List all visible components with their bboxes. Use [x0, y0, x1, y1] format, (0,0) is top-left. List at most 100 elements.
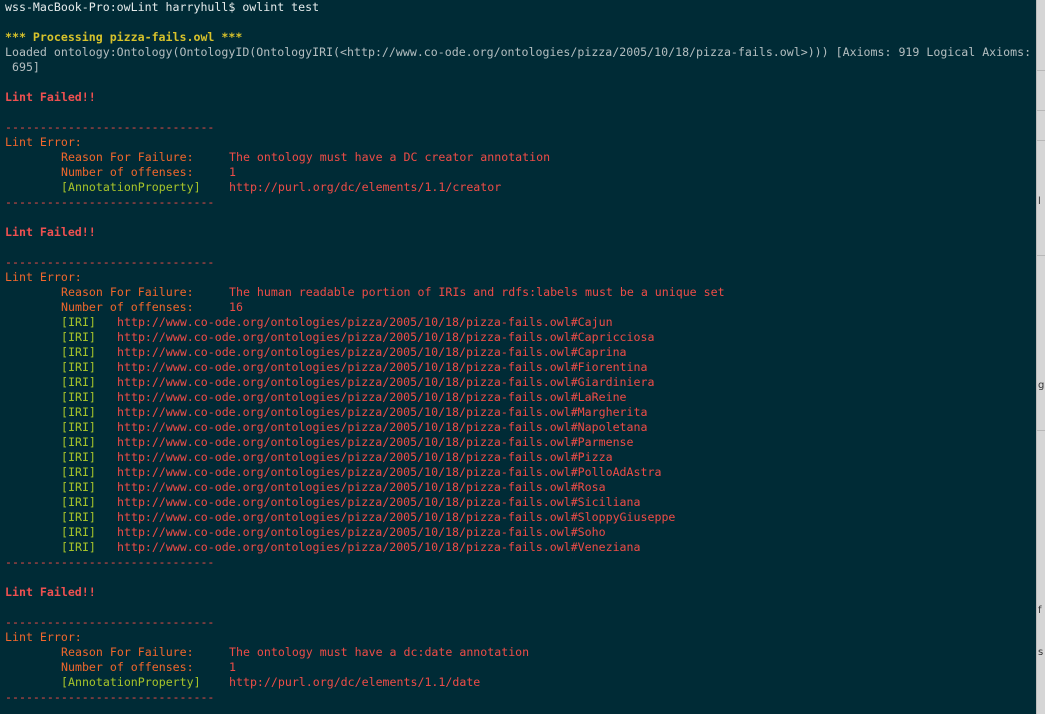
entry-value: http://www.co-ode.org/ontologies/pizza/2…: [117, 360, 648, 374]
entry-tag: [IRI]: [61, 375, 96, 389]
offenses-row: Number of offenses: 16: [0, 300, 1036, 315]
entry-tag: [IRI]: [61, 390, 96, 404]
entry-value: http://www.co-ode.org/ontologies/pizza/2…: [117, 375, 655, 389]
strip-divider: [1037, 70, 1045, 71]
entry-tag: [IRI]: [61, 510, 96, 524]
lint-error-label: Lint Error:: [5, 630, 82, 644]
entry-tag: [IRI]: [61, 345, 96, 359]
entry-value: http://www.co-ode.org/ontologies/pizza/2…: [117, 435, 634, 449]
separator-line: ------------------------------: [5, 555, 215, 569]
strip-divider: [1037, 140, 1045, 141]
reason-label: Reason For Failure:: [61, 645, 194, 659]
strip-divider: [1037, 255, 1045, 256]
entry-value: http://purl.org/dc/elements/1.1/date: [229, 675, 481, 689]
entry-value: http://www.co-ode.org/ontologies/pizza/2…: [117, 525, 606, 539]
offense-entry: [IRI] http://www.co-ode.org/ontologies/pi…: [0, 330, 1036, 345]
separator-line: ------------------------------: [5, 615, 215, 629]
offenses-label: Number of offenses:: [61, 300, 194, 314]
strip-glyph: l: [1038, 196, 1041, 207]
offense-entry: [IRI] http://www.co-ode.org/ontologies/pi…: [0, 375, 1036, 390]
entry-tag: [IRI]: [61, 420, 96, 434]
entry-value: http://www.co-ode.org/ontologies/pizza/2…: [117, 540, 641, 554]
separator-line: ------------------------------: [5, 120, 215, 134]
command-prompt-line: wss-MacBook-Pro:owLint harryhull$ owlint…: [5, 0, 320, 14]
strip-glyph: s: [1038, 647, 1044, 658]
entry-value: http://www.co-ode.org/ontologies/pizza/2…: [117, 330, 655, 344]
offense-entry: [IRI] http://www.co-ode.org/ontologies/pi…: [0, 405, 1036, 420]
lint-failed-label: Lint Failed!!: [5, 585, 96, 599]
separator-line: ------------------------------: [5, 255, 215, 269]
offenses-label: Number of offenses:: [61, 165, 194, 179]
reason-label: Reason For Failure:: [61, 150, 194, 164]
strip-glyph: g: [1038, 380, 1045, 391]
offense-entry: [IRI] http://www.co-ode.org/ontologies/pi…: [0, 420, 1036, 435]
entry-value: http://www.co-ode.org/ontologies/pizza/2…: [117, 495, 641, 509]
entry-tag: [AnnotationProperty]: [61, 675, 201, 689]
strip-divider: [1037, 430, 1045, 431]
entry-value: http://purl.org/dc/elements/1.1/creator: [229, 180, 502, 194]
entry-value: http://www.co-ode.org/ontologies/pizza/2…: [117, 345, 627, 359]
lint-error-label: Lint Error:: [5, 135, 82, 149]
processing-header: *** Processing pizza-fails.owl ***: [5, 30, 243, 44]
entry-value: http://www.co-ode.org/ontologies/pizza/2…: [117, 465, 662, 479]
lint-error-label: Lint Error:: [5, 270, 82, 284]
entry-value: http://www.co-ode.org/ontologies/pizza/2…: [117, 480, 606, 494]
offense-entry: [IRI] http://www.co-ode.org/ontologies/pi…: [0, 390, 1036, 405]
offense-entry: [IRI] http://www.co-ode.org/ontologies/pi…: [0, 495, 1036, 510]
entry-value: http://www.co-ode.org/ontologies/pizza/2…: [117, 315, 613, 329]
offense-entry: [IRI] http://www.co-ode.org/ontologies/pi…: [0, 465, 1036, 480]
entry-value: http://www.co-ode.org/ontologies/pizza/2…: [117, 510, 676, 524]
separator-line: ------------------------------: [5, 690, 215, 704]
offense-entry: [AnnotationProperty] http://purl.org/dc/e…: [0, 675, 1036, 690]
entry-tag: [IRI]: [61, 360, 96, 374]
strip-glyph: f: [1038, 605, 1042, 616]
offense-entry: [IRI] http://www.co-ode.org/ontologies/pi…: [0, 450, 1036, 465]
offense-entry: [IRI] http://www.co-ode.org/ontologies/pi…: [0, 345, 1036, 360]
reason-row: Reason For Failure: The ontology must hav…: [0, 645, 1036, 660]
entry-tag: [IRI]: [61, 525, 96, 539]
offense-entry: [IRI] http://www.co-ode.org/ontologies/pi…: [0, 480, 1036, 495]
reason-row: Reason For Failure: The ontology must hav…: [0, 150, 1036, 165]
reason-row: Reason For Failure: The human readable po…: [0, 285, 1036, 300]
entry-tag: [IRI]: [61, 315, 96, 329]
terminal-window[interactable]: wss-MacBook-Pro:owLint harryhull$ owlint…: [0, 0, 1036, 714]
lint-results: Lint Failed!! ---------------------------…: [0, 90, 1036, 705]
offenses-row: Number of offenses: 1: [0, 660, 1036, 675]
offense-entry: [IRI] http://www.co-ode.org/ontologies/pi…: [0, 315, 1036, 330]
entry-value: http://www.co-ode.org/ontologies/pizza/2…: [117, 450, 613, 464]
offense-entry: [AnnotationProperty] http://purl.org/dc/e…: [0, 180, 1036, 195]
entry-tag: [IRI]: [61, 495, 96, 509]
offense-entry: [IRI] http://www.co-ode.org/ontologies/pi…: [0, 540, 1036, 555]
entry-value: http://www.co-ode.org/ontologies/pizza/2…: [117, 390, 627, 404]
offense-entry: [IRI] http://www.co-ode.org/ontologies/pi…: [0, 510, 1036, 525]
separator-line: ------------------------------: [5, 195, 215, 209]
offenses-row: Number of offenses: 1: [0, 165, 1036, 180]
strip-divider: [1037, 110, 1045, 111]
background-window-edge: l g f s: [1036, 0, 1045, 714]
entry-tag: [AnnotationProperty]: [61, 180, 201, 194]
offense-entry: [IRI] http://www.co-ode.org/ontologies/pi…: [0, 435, 1036, 450]
entry-tag: [IRI]: [61, 435, 96, 449]
lint-failed-label: Lint Failed!!: [5, 90, 96, 104]
entry-tag: [IRI]: [61, 405, 96, 419]
offense-entry: [IRI] http://www.co-ode.org/ontologies/pi…: [0, 360, 1036, 375]
entry-value: http://www.co-ode.org/ontologies/pizza/2…: [117, 420, 648, 434]
loaded-ontology-line-wrap: 695]: [5, 60, 40, 74]
entry-tag: [IRI]: [61, 540, 96, 554]
lint-failed-label: Lint Failed!!: [5, 225, 96, 239]
reason-text: The human readable portion of IRIs and r…: [229, 285, 725, 299]
entry-tag: [IRI]: [61, 330, 96, 344]
offenses-label: Number of offenses:: [61, 660, 194, 674]
entry-tag: [IRI]: [61, 480, 96, 494]
reason-label: Reason For Failure:: [61, 285, 194, 299]
offense-entry: [IRI] http://www.co-ode.org/ontologies/pi…: [0, 525, 1036, 540]
offenses-count: 16: [229, 300, 243, 314]
entry-value: http://www.co-ode.org/ontologies/pizza/2…: [117, 405, 648, 419]
